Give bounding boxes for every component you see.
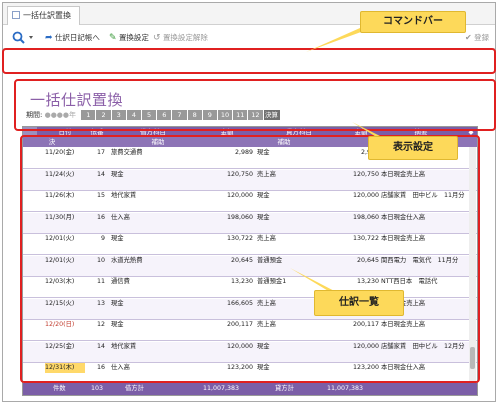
callout-display-settings: 表示設定 (368, 136, 458, 160)
callout-journal-list: 仕訳一覧 (314, 290, 404, 316)
callout-command-bar: コマンドバー (360, 11, 466, 33)
callout-pointers (290, 28, 392, 296)
